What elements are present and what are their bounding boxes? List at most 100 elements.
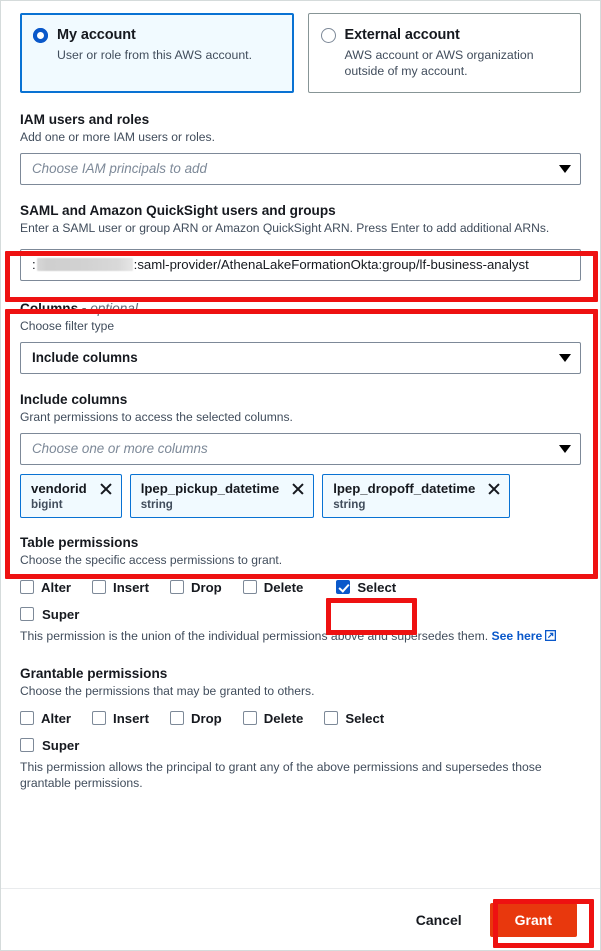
saml-section: SAML and Amazon QuickSight users and gro… [20,203,581,281]
columns-label-text: Columns - [20,300,91,316]
columns-filter-type-value: Include columns [32,350,138,366]
table-permission-select-label: Select [357,579,397,595]
table-permission-super[interactable]: Super [20,607,581,622]
grantable-permissions-label: Grantable permissions [20,665,168,681]
saml-arn-input[interactable]: : :saml-provider/AthenaLakeFormationOkta:… [20,248,581,281]
close-icon[interactable] [291,482,304,495]
external-link-icon [545,629,557,641]
checkbox-unchecked-icon[interactable] [20,607,34,622]
table-permission-insert[interactable]: Insert [92,580,149,595]
table-permission-alter-label: Alter [41,579,72,595]
see-here-link[interactable]: See here [492,629,543,643]
grantable-permission-delete-label: Delete [263,710,304,726]
include-columns-group: Include columns Grant permissions to acc… [20,392,581,518]
close-icon[interactable] [99,482,112,495]
selected-columns-tokens: vendorid bigint lpep_pickup_datetime str… [20,473,581,518]
cancel-button[interactable]: Cancel [408,906,470,934]
iam-principals-section: IAM users and roles Add one or more IAM … [20,112,581,185]
grantable-permission-super[interactable]: Super [20,738,581,753]
radio-card-my-account[interactable]: My account User or role from this AWS ac… [20,13,294,93]
columns-label-optional: optional [90,300,138,316]
column-token-name: vendorid [31,480,87,496]
checkbox-unchecked-icon[interactable] [92,711,107,726]
grantable-permission-drop[interactable]: Drop [169,710,222,726]
saml-label: SAML and Amazon QuickSight users and gro… [20,202,336,218]
iam-principals-select[interactable]: Choose IAM principals to add [20,152,581,185]
saml-arn-prefix: : [32,257,36,273]
include-columns-description: Grant permissions to access the selected… [20,409,293,424]
close-icon[interactable] [487,482,500,495]
grantable-permission-insert-label: Insert [113,710,149,726]
table-permission-drop[interactable]: Drop [169,579,222,595]
table-permission-drop-label: Drop [190,579,222,595]
radio-external-account-description: AWS account or AWS organization outside … [344,48,534,79]
saml-arn-suffix: :saml-provider/AthenaLakeFormationOkta:g… [133,257,529,273]
grantable-permissions-super-note: This permission allows the principal to … [20,759,542,791]
grant-permissions-form: My account User or role from this AWS ac… [0,0,601,951]
form-footer: Cancel Grant [1,888,600,950]
table-permission-super-label: Super [42,606,80,622]
include-columns-label: Include columns [20,391,128,407]
redacted-account-id [36,258,133,272]
iam-principals-label: IAM users and roles [20,111,150,127]
table-permissions-super-note-text: This permission is the union of the indi… [20,628,489,643]
checkbox-unchecked-icon[interactable] [169,580,184,595]
grantable-permission-drop-label: Drop [190,710,222,726]
grant-button[interactable]: Grant [489,902,577,937]
checkbox-unchecked-icon[interactable] [20,580,34,595]
table-permissions-label: Table permissions [20,534,139,550]
table-permissions-section: Table permissions Choose the specific ac… [20,535,581,645]
table-permission-insert-label: Insert [113,579,149,595]
table-permissions-super-note: This permission is the union of the indi… [20,628,565,645]
table-permission-delete-label: Delete [263,579,304,595]
column-token[interactable]: vendorid bigint [20,473,122,518]
checkbox-unchecked-icon[interactable] [20,738,34,753]
grantable-permission-insert[interactable]: Insert [92,711,149,726]
iam-principals-description: Add one or more IAM users or roles. [20,129,215,144]
column-token-type: bigint [31,497,63,511]
checkbox-unchecked-icon[interactable] [324,711,339,726]
table-permissions-checkbox-row: Alter Insert Drop Delete Select [20,580,581,595]
chevron-down-icon [559,444,571,453]
columns-label: Columns - optional [20,301,581,317]
column-token[interactable]: lpep_dropoff_datetime string [322,473,511,518]
column-token-type: string [140,497,173,511]
grantable-permission-select-label: Select [345,710,385,726]
grantable-permission-select[interactable]: Select [324,711,384,726]
iam-principals-placeholder: Choose IAM principals to add [32,161,207,177]
table-permissions-description: Choose the specific access permissions t… [20,553,283,567]
checkbox-unchecked-icon[interactable] [20,711,34,726]
radio-external-account-title: External account [344,27,460,43]
chevron-down-icon [559,353,571,362]
grantable-permission-super-label: Super [42,737,80,753]
columns-filter-type-select[interactable]: Include columns [20,341,581,374]
checkbox-unchecked-icon[interactable] [169,711,184,726]
table-permission-alter[interactable]: Alter [20,580,71,595]
table-permission-select[interactable]: Select [336,580,396,595]
grantable-permission-delete[interactable]: Delete [242,710,304,726]
table-permission-delete[interactable]: Delete [242,579,304,595]
radio-selected-icon [33,28,48,43]
column-token-type: string [333,497,366,511]
radio-my-account-description: User or role from this AWS account. [57,48,252,63]
column-token-name: lpep_dropoff_datetime [333,480,476,496]
grantable-permission-alter-label: Alter [41,710,72,726]
column-token[interactable]: lpep_pickup_datetime string [129,473,315,518]
checkbox-unchecked-icon[interactable] [242,711,257,726]
include-columns-select[interactable]: Choose one or more columns [20,432,581,465]
checkbox-checked-icon[interactable] [336,580,351,595]
grantable-permissions-description: Choose the permissions that may be grant… [20,683,315,698]
chevron-down-icon [559,164,571,173]
account-scope-radio-group: My account User or role from this AWS ac… [20,13,581,93]
include-columns-placeholder: Choose one or more columns [32,441,208,457]
radio-card-external-account[interactable]: External account AWS account or AWS orga… [307,13,581,93]
column-token-name: lpep_pickup_datetime [140,480,280,496]
radio-unselected-icon [320,28,336,43]
grantable-permissions-checkbox-row: Alter Insert Drop Delete Select [20,711,581,726]
columns-filter-type-label: Choose filter type [20,318,115,333]
checkbox-unchecked-icon[interactable] [92,580,107,595]
checkbox-unchecked-icon[interactable] [242,580,257,595]
saml-description: Enter a SAML user or group ARN or Amazon… [20,220,550,235]
grantable-permissions-section: Grantable permissions Choose the permiss… [20,666,581,793]
grantable-permission-alter[interactable]: Alter [20,711,71,726]
